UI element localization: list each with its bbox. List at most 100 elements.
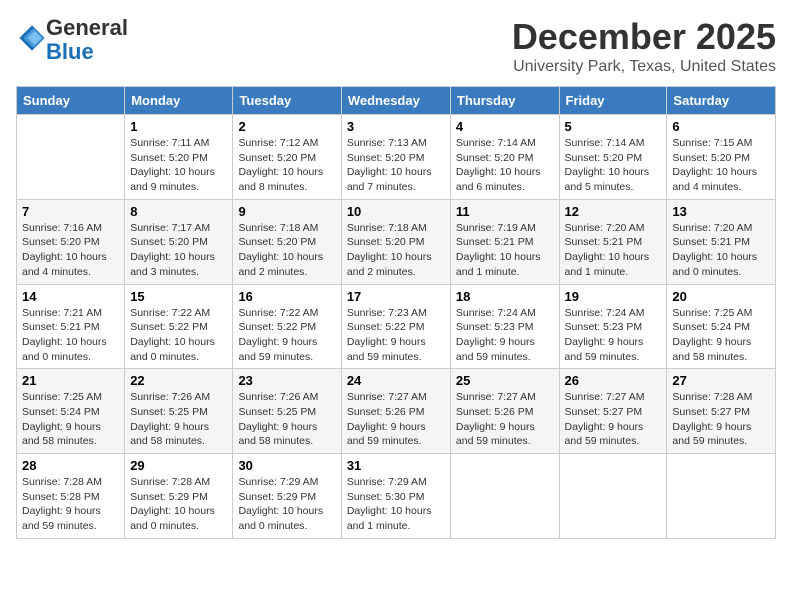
day-number: 20	[672, 289, 770, 304]
day-number: 22	[130, 373, 227, 388]
calendar-cell: 30 Sunrise: 7:29 AMSunset: 5:29 PMDayligh…	[233, 454, 341, 539]
logo: General Blue	[16, 16, 128, 64]
calendar-cell: 4 Sunrise: 7:14 AMSunset: 5:20 PMDaylight…	[450, 115, 559, 200]
day-info: Sunrise: 7:29 AMSunset: 5:30 PMDaylight:…	[347, 475, 445, 534]
calendar-cell: 19 Sunrise: 7:24 AMSunset: 5:23 PMDayligh…	[559, 284, 667, 369]
col-header-wednesday: Wednesday	[341, 87, 450, 115]
day-info: Sunrise: 7:28 AMSunset: 5:29 PMDaylight:…	[130, 475, 227, 534]
calendar-cell: 24Sunrise: 7:27 AMSunset: 5:26 PMDayligh…	[341, 369, 450, 454]
day-info: Sunrise: 7:26 AMSunset: 5:25 PMDaylight:…	[238, 390, 335, 449]
day-number: 11	[456, 204, 554, 219]
calendar-cell: 9 Sunrise: 7:18 AMSunset: 5:20 PMDaylight…	[233, 199, 341, 284]
day-info: Sunrise: 7:18 AMSunset: 5:20 PMDaylight:…	[238, 221, 335, 280]
day-info: Sunrise: 7:26 AMSunset: 5:25 PMDaylight:…	[130, 390, 227, 449]
calendar-cell: 5Sunrise: 7:14 AMSunset: 5:20 PMDaylight…	[559, 115, 667, 200]
calendar-week-4: 21 Sunrise: 7:25 AMSunset: 5:24 PMDayligh…	[17, 369, 776, 454]
logo-blue-text: Blue	[46, 39, 94, 64]
day-info: Sunrise: 7:22 AMSunset: 5:22 PMDaylight:…	[130, 306, 227, 365]
day-number: 31	[347, 458, 445, 473]
calendar-cell: 29 Sunrise: 7:28 AMSunset: 5:29 PMDayligh…	[125, 454, 233, 539]
calendar-cell: 8Sunrise: 7:17 AMSunset: 5:20 PMDaylight…	[125, 199, 233, 284]
calendar-cell: 31 Sunrise: 7:29 AMSunset: 5:30 PMDayligh…	[341, 454, 450, 539]
col-header-tuesday: Tuesday	[233, 87, 341, 115]
calendar-cell: 14Sunrise: 7:21 AMSunset: 5:21 PMDayligh…	[17, 284, 125, 369]
page-header: General Blue December 2025 University Pa…	[16, 16, 776, 76]
calendar-cell: 6Sunrise: 7:15 AMSunset: 5:20 PMDaylight…	[667, 115, 776, 200]
day-info: Sunrise: 7:14 AMSunset: 5:20 PMDaylight:…	[456, 136, 554, 195]
day-info: Sunrise: 7:12 AMSunset: 5:20 PMDaylight:…	[238, 136, 335, 195]
day-number: 18	[456, 289, 554, 304]
day-number: 9	[238, 204, 335, 219]
day-info: Sunrise: 7:27 AMSunset: 5:27 PMDaylight:…	[565, 390, 662, 449]
day-number: 27	[672, 373, 770, 388]
day-number: 21	[22, 373, 119, 388]
day-info: Sunrise: 7:22 AMSunset: 5:22 PMDaylight:…	[238, 306, 335, 365]
logo-general-text: General	[46, 15, 128, 40]
day-info: Sunrise: 7:20 AMSunset: 5:21 PMDaylight:…	[565, 221, 662, 280]
day-info: Sunrise: 7:11 AMSunset: 5:20 PMDaylight:…	[130, 136, 227, 195]
calendar-cell: 11 Sunrise: 7:19 AMSunset: 5:21 PMDayligh…	[450, 199, 559, 284]
month-title: December 2025	[512, 16, 776, 58]
calendar-cell: 25Sunrise: 7:27 AMSunset: 5:26 PMDayligh…	[450, 369, 559, 454]
location-text: University Park, Texas, United States	[512, 58, 776, 76]
day-info: Sunrise: 7:17 AMSunset: 5:20 PMDaylight:…	[130, 221, 227, 280]
day-info: Sunrise: 7:23 AMSunset: 5:22 PMDaylight:…	[347, 306, 445, 365]
calendar-cell: 16 Sunrise: 7:22 AMSunset: 5:22 PMDayligh…	[233, 284, 341, 369]
day-info: Sunrise: 7:16 AMSunset: 5:20 PMDaylight:…	[22, 221, 119, 280]
day-info: Sunrise: 7:29 AMSunset: 5:29 PMDaylight:…	[238, 475, 335, 534]
day-number: 7	[22, 204, 119, 219]
day-number: 17	[347, 289, 445, 304]
day-info: Sunrise: 7:25 AMSunset: 5:24 PMDaylight:…	[672, 306, 770, 365]
calendar-cell	[667, 454, 776, 539]
col-header-saturday: Saturday	[667, 87, 776, 115]
day-number: 10	[347, 204, 445, 219]
day-number: 15	[130, 289, 227, 304]
calendar-cell: 17 Sunrise: 7:23 AMSunset: 5:22 PMDayligh…	[341, 284, 450, 369]
day-number: 3	[347, 119, 445, 134]
day-number: 30	[238, 458, 335, 473]
day-number: 12	[565, 204, 662, 219]
calendar-cell: 22 Sunrise: 7:26 AMSunset: 5:25 PMDayligh…	[125, 369, 233, 454]
day-number: 1	[130, 119, 227, 134]
day-info: Sunrise: 7:25 AMSunset: 5:24 PMDaylight:…	[22, 390, 119, 449]
calendar-cell: 27 Sunrise: 7:28 AMSunset: 5:27 PMDayligh…	[667, 369, 776, 454]
title-block: December 2025 University Park, Texas, Un…	[512, 16, 776, 76]
day-info: Sunrise: 7:28 AMSunset: 5:28 PMDaylight:…	[22, 475, 119, 534]
calendar-week-5: 28 Sunrise: 7:28 AMSunset: 5:28 PMDayligh…	[17, 454, 776, 539]
day-number: 16	[238, 289, 335, 304]
col-header-monday: Monday	[125, 87, 233, 115]
calendar-week-3: 14Sunrise: 7:21 AMSunset: 5:21 PMDayligh…	[17, 284, 776, 369]
calendar-cell: 1 Sunrise: 7:11 AMSunset: 5:20 PMDaylight…	[125, 115, 233, 200]
day-info: Sunrise: 7:20 AMSunset: 5:21 PMDaylight:…	[672, 221, 770, 280]
day-info: Sunrise: 7:19 AMSunset: 5:21 PMDaylight:…	[456, 221, 554, 280]
calendar-cell: 12 Sunrise: 7:20 AMSunset: 5:21 PMDayligh…	[559, 199, 667, 284]
calendar-header-row: SundayMondayTuesdayWednesdayThursdayFrid…	[17, 87, 776, 115]
calendar-cell: 28 Sunrise: 7:28 AMSunset: 5:28 PMDayligh…	[17, 454, 125, 539]
calendar-body: 1 Sunrise: 7:11 AMSunset: 5:20 PMDaylight…	[17, 115, 776, 539]
calendar-cell	[17, 115, 125, 200]
day-number: 4	[456, 119, 554, 134]
day-info: Sunrise: 7:14 AMSunset: 5:20 PMDaylight:…	[565, 136, 662, 195]
calendar-cell: 7 Sunrise: 7:16 AMSunset: 5:20 PMDaylight…	[17, 199, 125, 284]
calendar-cell: 21 Sunrise: 7:25 AMSunset: 5:24 PMDayligh…	[17, 369, 125, 454]
day-number: 19	[565, 289, 662, 304]
logo-icon	[18, 24, 46, 52]
calendar-cell	[559, 454, 667, 539]
day-number: 6	[672, 119, 770, 134]
day-number: 29	[130, 458, 227, 473]
col-header-friday: Friday	[559, 87, 667, 115]
calendar-week-2: 7 Sunrise: 7:16 AMSunset: 5:20 PMDaylight…	[17, 199, 776, 284]
calendar-cell: 23 Sunrise: 7:26 AMSunset: 5:25 PMDayligh…	[233, 369, 341, 454]
day-info: Sunrise: 7:27 AMSunset: 5:26 PMDaylight:…	[347, 390, 445, 449]
day-number: 23	[238, 373, 335, 388]
day-info: Sunrise: 7:28 AMSunset: 5:27 PMDaylight:…	[672, 390, 770, 449]
calendar-cell: 18Sunrise: 7:24 AMSunset: 5:23 PMDayligh…	[450, 284, 559, 369]
day-info: Sunrise: 7:24 AMSunset: 5:23 PMDaylight:…	[565, 306, 662, 365]
day-number: 13	[672, 204, 770, 219]
calendar-cell: 15 Sunrise: 7:22 AMSunset: 5:22 PMDayligh…	[125, 284, 233, 369]
calendar-cell: 20 Sunrise: 7:25 AMSunset: 5:24 PMDayligh…	[667, 284, 776, 369]
calendar-cell: 3Sunrise: 7:13 AMSunset: 5:20 PMDaylight…	[341, 115, 450, 200]
calendar-cell: 13 Sunrise: 7:20 AMSunset: 5:21 PMDayligh…	[667, 199, 776, 284]
day-number: 14	[22, 289, 119, 304]
day-number: 28	[22, 458, 119, 473]
